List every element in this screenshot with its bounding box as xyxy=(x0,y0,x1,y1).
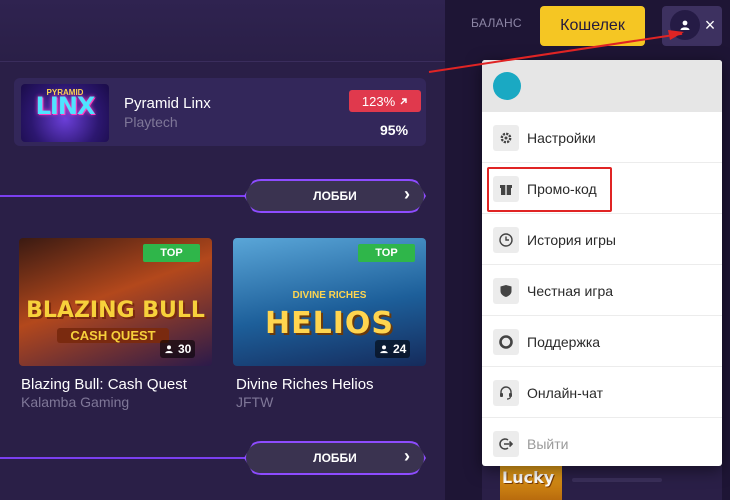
side-game-placeholder xyxy=(572,478,662,482)
gear-icon xyxy=(493,124,519,151)
game-title[interactable]: Divine Riches Helios xyxy=(236,376,374,393)
divider-line xyxy=(0,195,250,197)
change-value: 123% xyxy=(361,93,396,109)
user-dropdown-menu: Настройки Промо-код История игры Честная… xyxy=(482,60,722,466)
user-icon xyxy=(380,345,388,354)
shield-icon xyxy=(493,277,519,304)
lobby-button-label: ЛОББИ xyxy=(313,189,357,203)
menu-item-fair-play[interactable]: Честная игра xyxy=(482,266,722,316)
featured-game-provider: Playtech xyxy=(124,114,178,130)
side-game-thumbnail[interactable]: Lucky xyxy=(500,466,562,500)
clock-icon xyxy=(493,226,519,253)
game-art-subtitle: DIVINE RICHES xyxy=(292,290,367,301)
game-provider: Kalamba Gaming xyxy=(21,394,130,410)
game-art-title: HELIOS xyxy=(265,306,394,341)
thumbnail-logo: LINX xyxy=(35,92,96,120)
balance-label[interactable]: БАЛАНС xyxy=(471,16,522,30)
avatar[interactable] xyxy=(493,72,521,100)
menu-item-logout[interactable]: Выйти xyxy=(482,419,722,466)
side-game-logo: Lucky xyxy=(502,468,555,487)
player-count: 30 xyxy=(160,340,196,358)
menu-item-label: Выйти xyxy=(527,436,569,452)
headset-icon xyxy=(493,379,519,406)
lobby-button[interactable]: ЛОББИ xyxy=(244,179,426,213)
top-section-fade xyxy=(0,0,445,62)
featured-game-name[interactable]: Pyramid Linx xyxy=(124,95,211,112)
top-badge: TOP xyxy=(358,244,415,262)
menu-item-label: Поддержка xyxy=(527,333,601,350)
player-count-value: 30 xyxy=(178,342,192,356)
annotation-arrowhead-icon xyxy=(668,30,684,40)
lifebuoy-icon xyxy=(493,328,519,355)
menu-item-label: История игры xyxy=(527,231,616,248)
top-badge: TOP xyxy=(143,244,200,262)
game-provider: JFTW xyxy=(236,394,274,410)
user-icon xyxy=(165,345,173,354)
chevron-right-icon: › xyxy=(404,446,410,466)
chevron-right-icon: › xyxy=(404,184,410,204)
menu-item-live-chat[interactable]: Онлайн-чат xyxy=(482,368,722,418)
arrow-up-right-icon xyxy=(400,97,407,104)
change-badge: 123% xyxy=(349,90,421,112)
player-count-value: 24 xyxy=(393,342,407,356)
game-art-subtitle: CASH QUEST xyxy=(57,328,169,343)
menu-item-label: Настройки xyxy=(527,129,596,146)
rtp-value: 95% xyxy=(380,122,409,138)
menu-header xyxy=(482,60,722,112)
player-count: 24 xyxy=(375,340,411,358)
featured-game-thumbnail[interactable]: PYRAMID LINX xyxy=(21,84,109,142)
menu-item-support[interactable]: Поддержка xyxy=(482,317,722,367)
logout-icon xyxy=(493,431,519,457)
menu-item-label: Честная игра xyxy=(527,282,614,299)
menu-item-settings[interactable]: Настройки xyxy=(482,113,722,163)
lobby-button-label: ЛОББИ xyxy=(313,451,357,465)
game-art-title: BLAZING BULL xyxy=(26,298,205,323)
game-title[interactable]: Blazing Bull: Cash Quest xyxy=(21,376,187,393)
divider-line xyxy=(0,457,250,459)
annotation-highlight xyxy=(487,167,612,212)
lobby-button[interactable]: ЛОББИ xyxy=(244,441,426,475)
close-menu-button[interactable]: × xyxy=(703,16,717,34)
menu-item-label: Онлайн-чат xyxy=(527,384,603,401)
menu-item-game-history[interactable]: История игры xyxy=(482,215,722,265)
